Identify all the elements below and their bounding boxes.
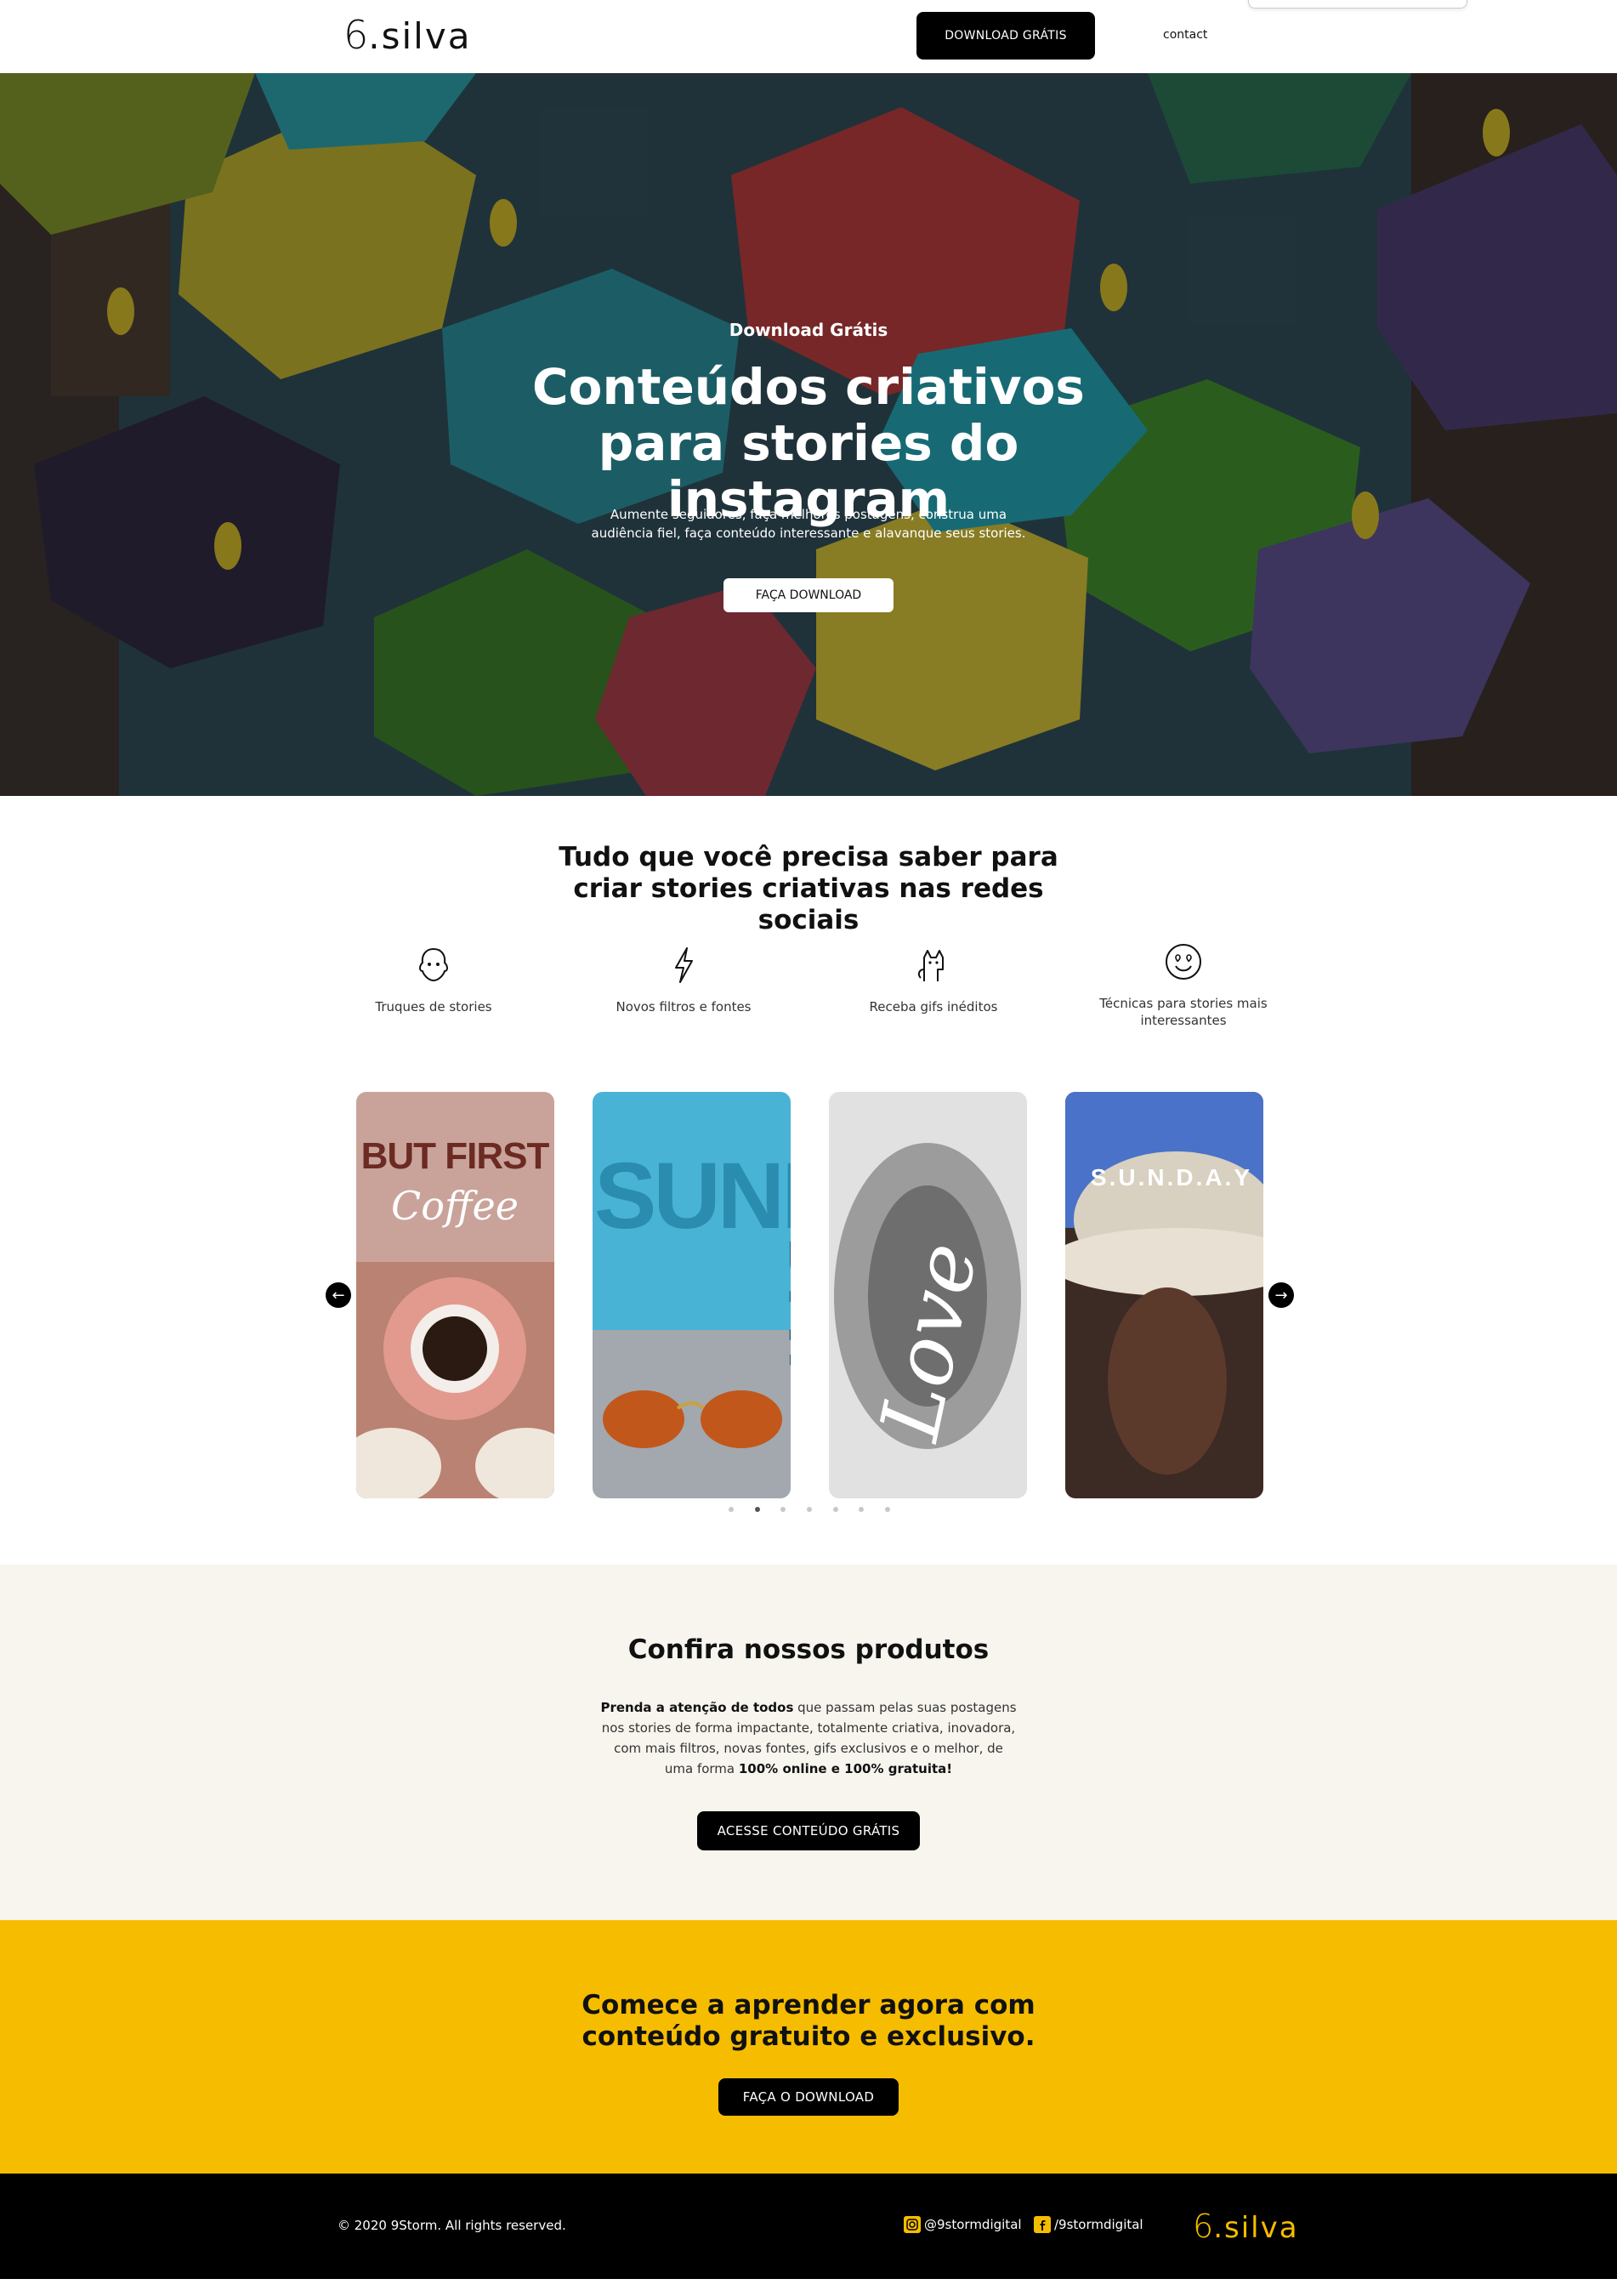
instagram-icon [904,2216,921,2233]
contact-link[interactable]: contact [1163,28,1207,42]
features-title: Tudo que você precisa saber para criar s… [559,842,1058,935]
feature-label: Truques de stories [375,999,492,1014]
facebook-link[interactable]: /9stormdigital [1034,2216,1143,2233]
coffee-story-image: BUT FIRST Coffee [356,1092,554,1498]
love-story-image: Love [829,1092,1027,1498]
copyright-text: © 2020 9Storm. All rights reserved. [338,2218,566,2233]
instagram-handle: @9stormdigital [924,2217,1022,2232]
cta-section: Comece a aprender agora com conteúdo gra… [0,1920,1617,2174]
logo-mark: 6 [343,12,369,58]
products-description: Prenda a atenção de todos que passam pel… [600,1697,1017,1779]
logo-mark: 6 [1193,2208,1214,2245]
feature-label: Receba gifs inéditos [869,999,998,1014]
logo-text: .silva [368,15,472,57]
coffee-card-line1: BUT FIRST [361,1135,550,1177]
feature-label: Novos filtros e fontes [616,999,752,1014]
carousel-dot[interactable] [832,1507,838,1512]
footer-logo[interactable]: 6 .silva [1193,2208,1299,2245]
products-title: Confira nossos produtos [627,1634,990,1665]
lightning-icon [675,947,693,983]
sunny-card-line1: SUNNY [594,1144,791,1248]
logo-text: .silva [1213,2211,1299,2245]
hero-kicker: Download Grátis [729,320,888,340]
carousel-card-love[interactable]: Love [829,1092,1027,1498]
cta-title: Comece a aprender agora com conteúdo gra… [582,1990,1035,2052]
sunny-card-line2: DAY [774,1236,791,1384]
feature-item: Truques de stories [340,944,527,1015]
header-logo[interactable]: 6 .silva [343,12,471,58]
sunday-card-line1: S.U.N.D.A.Y [1091,1164,1252,1191]
hero-download-button[interactable]: FAÇA DOWNLOAD [723,578,894,612]
instagram-link[interactable]: @9stormdigital [904,2216,1022,2233]
coffee-card-line2: Coffee [391,1183,519,1229]
site-footer: © 2020 9Storm. All rights reserved. @9st… [0,2174,1617,2279]
ghost-icon [419,947,448,982]
smile-hearts-icon [1166,944,1201,980]
feature-label: Técnicas para stories mais interessantes [1099,996,1268,1028]
arrow-left-icon: ← [332,1286,345,1304]
feature-item: Novos filtros e fontes [590,944,777,1015]
carousel-pagination [729,1507,890,1515]
feature-item: Receba gifs inéditos [840,944,1027,1015]
header-dropdown-box[interactable] [1248,0,1467,9]
products-section: Confira nossos produtos Prenda a atenção… [0,1565,1617,1920]
hero-title: Conteúdos criativos para stories do inst… [532,358,1085,528]
cat-icon [917,950,944,981]
carousel-dot[interactable] [780,1507,786,1512]
facebook-handle: /9stormdigital [1054,2217,1143,2232]
carousel-card-sunny[interactable]: SUNNY DAY [593,1092,791,1498]
carousel-dot[interactable] [859,1507,865,1512]
sunday-story-image: S.U.N.D.A.Y [1065,1092,1263,1498]
site-header: 6 .silva DOWNLOAD GRÁTIS contact [0,0,1617,73]
products-text-bold-1: Prenda a atenção de todos [600,1700,794,1715]
carousel-dot[interactable] [729,1507,734,1512]
arrow-right-icon: → [1274,1286,1288,1304]
feature-item: Técnicas para stories mais interessantes [1090,941,1277,1029]
carousel-next-button[interactable]: → [1268,1282,1294,1308]
hero-section: Download Grátis Conteúdos criativos para… [0,73,1617,796]
carousel-prev-button[interactable]: ← [326,1282,351,1308]
hero-subtitle: Aumente seguidores, faça melhores postag… [591,507,1026,541]
carousel-dot[interactable] [884,1507,890,1512]
carousel-card-sunday[interactable]: S.U.N.D.A.Y [1065,1092,1263,1498]
access-free-content-button[interactable]: ACESSE CONTEÚDO GRÁTIS [697,1811,920,1850]
carousel-card-coffee[interactable]: BUT FIRST Coffee [356,1092,554,1498]
carousel-dot-active[interactable] [754,1507,760,1512]
facebook-icon [1034,2216,1051,2233]
cta-download-button[interactable]: FAÇA O DOWNLOAD [718,2078,899,2116]
header-download-button[interactable]: DOWNLOAD GRÁTIS [916,12,1095,60]
carousel-dot[interactable] [806,1507,812,1512]
products-text-bold-2: 100% online e 100% gratuita! [738,1761,953,1776]
sunny-story-image: SUNNY DAY [593,1092,791,1498]
